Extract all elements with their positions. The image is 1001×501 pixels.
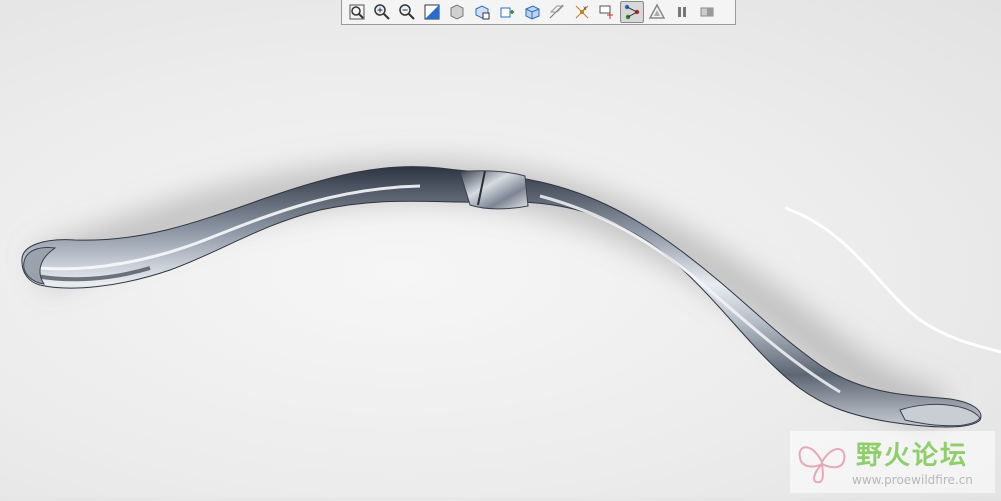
zoom-to-fit-button[interactable]: [345, 1, 369, 23]
pause-icon: [678, 7, 686, 17]
view-tools-icon: [700, 7, 714, 17]
zoom-in-icon: [374, 4, 390, 20]
model-viewport[interactable]: [0, 0, 1001, 497]
coordinate-system-icon: [599, 5, 613, 19]
butterfly-logo: [798, 446, 846, 484]
zoom-to-fit-icon: [349, 4, 365, 20]
coordinate-system-button[interactable]: [595, 1, 619, 23]
watermark-url: www.proewildfire.cn: [852, 473, 973, 487]
watermark-brand: 野火论坛: [856, 441, 969, 471]
zoom-out-button[interactable]: [395, 1, 419, 23]
perspective-icon: [525, 5, 540, 20]
shaded-display-button[interactable]: [445, 1, 469, 23]
point-display-button[interactable]: x: [570, 1, 594, 23]
pause-button[interactable]: [670, 1, 694, 23]
zoom-in-button[interactable]: [370, 1, 394, 23]
perspective-button[interactable]: [520, 1, 544, 23]
view-manager-button[interactable]: [495, 1, 519, 23]
handle-model-render: [21, 159, 1001, 430]
annotation-display-icon: [648, 3, 666, 19]
svg-text:x: x: [583, 5, 587, 12]
spin-center-icon: [624, 4, 640, 20]
annotation-display-button[interactable]: [645, 1, 669, 23]
view-toolbar: x: [341, 0, 736, 25]
view-manager-icon: [500, 7, 514, 18]
view-tools-button[interactable]: [695, 1, 719, 23]
watermark: 野火论坛 www.proewildfire.cn: [790, 431, 995, 493]
shaded-display-icon: [450, 4, 464, 20]
datum-display-button[interactable]: [545, 1, 569, 23]
saved-views-icon: [475, 5, 490, 20]
saved-views-button[interactable]: [470, 1, 494, 23]
point-display-icon: x: [575, 5, 589, 19]
datum-display-icon: [549, 4, 565, 19]
spin-center-button[interactable]: [620, 1, 644, 23]
reorient-button[interactable]: [420, 1, 444, 23]
zoom-out-icon: [399, 4, 415, 20]
reorient-icon: [424, 4, 440, 20]
